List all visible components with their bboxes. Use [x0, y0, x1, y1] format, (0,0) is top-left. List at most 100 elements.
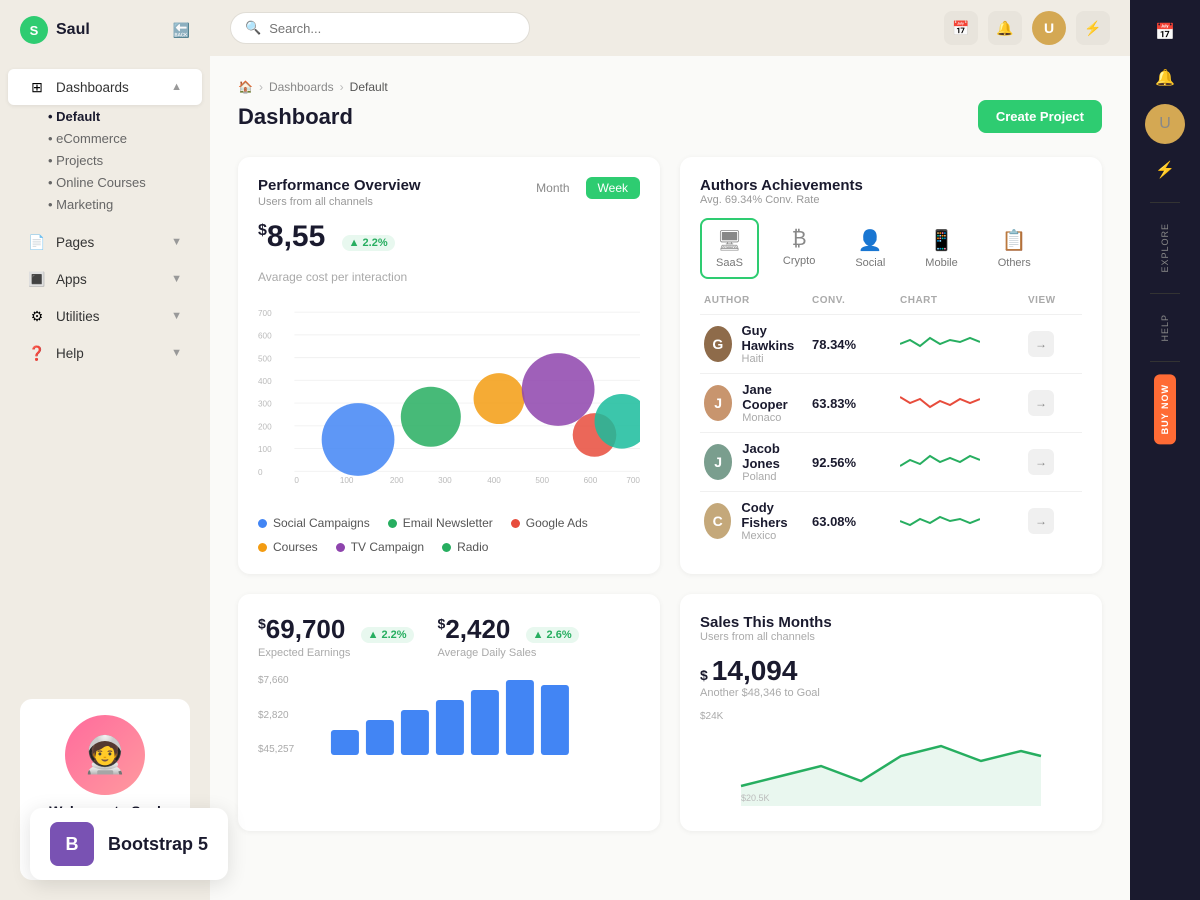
view-author-button[interactable]: → — [1028, 390, 1054, 416]
sidebar-sub-ecommerce[interactable]: • eCommerce — [0, 128, 210, 150]
sales-chart: $24K $20.5K — [700, 711, 1082, 811]
daily-sales-value: $2,420 ▲ 2.6% — [438, 614, 579, 645]
perf-value: $8,55 — [258, 220, 334, 253]
right-panel: 📅 🔔 U ⚡ Explore Help Buy now — [1130, 0, 1200, 900]
cat-tab-mobile[interactable]: 📱 Mobile — [909, 218, 973, 279]
sidebar: S Saul 🔙 ⊞ Dashboards ▲ • Default • eCom… — [0, 0, 210, 900]
page-title: Dashboard — [238, 104, 353, 130]
breadcrumb-current: Default — [350, 80, 388, 94]
sales-this-month-card: Sales This Months Users from all channel… — [680, 594, 1102, 831]
topbar-notification-icon[interactable]: 🔔 — [988, 11, 1022, 45]
legend-social-campaigns: Social Campaigns — [258, 516, 370, 530]
view-author-button[interactable]: → — [1028, 508, 1054, 534]
pages-icon: 📄 — [28, 233, 46, 251]
utilities-icon: ⚙ — [28, 307, 46, 325]
rp-calendar-icon[interactable]: 📅 — [1145, 12, 1185, 52]
mini-chart — [900, 389, 980, 417]
sidebar-label-utilities: Utilities — [56, 309, 100, 324]
buy-now-button[interactable]: Buy now — [1154, 374, 1176, 444]
create-project-button[interactable]: Create Project — [978, 100, 1102, 133]
breadcrumb-home-icon[interactable]: 🏠 — [238, 80, 253, 94]
perf-title: Performance Overview — [258, 177, 421, 194]
rp-notification-icon[interactable]: 🔔 — [1145, 58, 1185, 98]
svg-text:300: 300 — [258, 400, 272, 409]
view-author-button[interactable]: → — [1028, 449, 1054, 475]
sidebar-logo: S Saul — [20, 16, 90, 44]
chevron-utilities-icon: ▼ — [171, 310, 182, 322]
search-box[interactable]: 🔍 — [230, 12, 530, 44]
bubble-chart: 700 600 500 400 300 200 100 0 0 100 200 … — [258, 284, 640, 504]
sidebar-item-utilities[interactable]: ⚙ Utilities ▼ — [8, 298, 202, 334]
svg-text:0: 0 — [258, 468, 263, 477]
legend-email-newsletter: Email Newsletter — [388, 516, 493, 530]
avatar: C — [704, 503, 731, 539]
sidebar-item-dashboards[interactable]: ⊞ Dashboards ▲ — [8, 69, 202, 105]
legend-radio: Radio — [442, 540, 488, 554]
perf-metric: $8,55 ▲ 2.2% — [258, 220, 640, 254]
sidebar-sub-default[interactable]: • Default — [0, 106, 210, 128]
mini-chart — [900, 448, 980, 476]
cat-tab-saas[interactable]: 🖥 SaaS — [700, 218, 759, 279]
mobile-icon: 📱 — [929, 228, 954, 253]
topbar-avatar[interactable]: U — [1032, 11, 1066, 45]
chart-svg: 700 600 500 400 300 200 100 0 0 100 200 … — [258, 284, 640, 504]
sidebar-sub-marketing[interactable]: • Marketing — [0, 194, 210, 216]
svg-text:400: 400 — [258, 377, 272, 386]
search-input[interactable] — [269, 21, 515, 36]
svg-text:500: 500 — [258, 354, 272, 363]
topbar-calendar-icon[interactable]: 📅 — [944, 11, 978, 45]
sidebar-sub-online-courses[interactable]: • Online Courses — [0, 172, 210, 194]
tab-month[interactable]: Month — [524, 177, 581, 199]
svg-text:100: 100 — [258, 445, 272, 454]
perf-subtitle: Users from all channels — [258, 196, 421, 208]
topbar: 🔍 📅 🔔 U ⚡ — [210, 0, 1130, 56]
sidebar-item-apps[interactable]: 🔳 Apps ▼ — [8, 261, 202, 297]
rp-settings-icon[interactable]: ⚡ — [1145, 150, 1185, 190]
apps-icon: 🔳 — [28, 270, 46, 288]
legend-tv-campaign: TV Campaign — [336, 540, 424, 554]
earnings-label: Expected Earnings — [258, 647, 414, 659]
legend-google-ads: Google Ads — [511, 516, 588, 530]
mini-chart — [900, 507, 980, 535]
table-row: G Guy Hawkins Haiti 78.34% → — [700, 314, 1082, 373]
sidebar-item-help[interactable]: ❓ Help ▼ — [8, 335, 202, 371]
sidebar-label-pages: Pages — [56, 235, 94, 250]
mini-chart — [900, 330, 980, 358]
svg-text:200: 200 — [390, 476, 404, 485]
bootstrap-badge: B Bootstrap 5 — [30, 808, 228, 880]
cat-tab-others[interactable]: 📋 Others — [982, 218, 1047, 279]
authors-table: AUTHOR CONV. CHART VIEW G — [700, 295, 1082, 550]
svg-text:600: 600 — [258, 332, 272, 341]
bottom-stats-grid: $69,700 ▲ 2.2% Expected Earnings $2,420 … — [238, 594, 1102, 831]
perf-badge: ▲ 2.2% — [342, 235, 395, 251]
svg-text:400: 400 — [487, 476, 501, 485]
svg-text:600: 600 — [584, 476, 598, 485]
breadcrumb-dashboards[interactable]: Dashboards — [269, 80, 334, 94]
back-icon[interactable]: 🔙 — [173, 22, 190, 39]
period-tabs: Month Week — [524, 177, 640, 199]
svg-text:100: 100 — [340, 476, 354, 485]
earnings-badge: ▲ 2.2% — [361, 627, 414, 643]
cat-tab-crypto[interactable]: ₿ Crypto — [767, 218, 831, 279]
svg-text:500: 500 — [535, 476, 549, 485]
help-button[interactable]: Help — [1156, 306, 1174, 350]
cat-tab-social[interactable]: 👤 Social — [839, 218, 901, 279]
perf-desc: Avarage cost per interaction — [258, 270, 640, 284]
view-author-button[interactable]: → — [1028, 331, 1054, 357]
sidebar-sub-projects[interactable]: • Projects — [0, 150, 210, 172]
rp-avatar[interactable]: U — [1145, 104, 1185, 144]
avatar: G — [704, 326, 732, 362]
crypto-icon: ₿ — [792, 228, 807, 251]
chevron-down-icon: ▲ — [171, 81, 182, 93]
authors-table-header: AUTHOR CONV. CHART VIEW — [700, 295, 1082, 314]
explore-button[interactable]: Explore — [1156, 215, 1174, 281]
tab-week[interactable]: Week — [586, 177, 640, 199]
astronaut-illustration: 🧑‍🚀 — [65, 715, 145, 795]
svg-text:0: 0 — [294, 476, 299, 485]
page-header: Dashboard Create Project — [238, 100, 1102, 133]
bar-chart: $7,660 $2,820 $45,257 — [258, 675, 640, 755]
daily-sales-label: Average Daily Sales — [438, 647, 579, 659]
sidebar-item-pages[interactable]: 📄 Pages ▼ — [8, 224, 202, 260]
topbar-settings-icon[interactable]: ⚡ — [1076, 11, 1110, 45]
chevron-pages-icon: ▼ — [171, 236, 182, 248]
